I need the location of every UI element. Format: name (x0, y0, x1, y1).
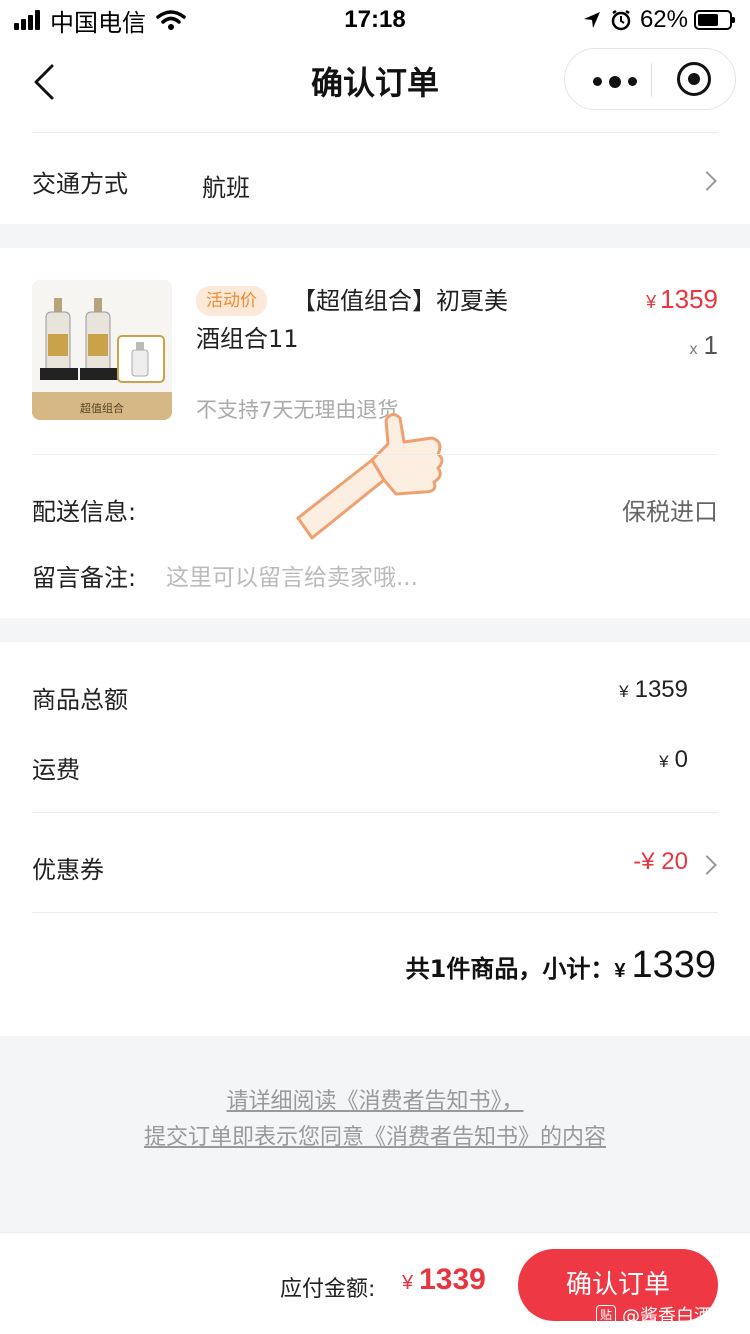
product-image-caption: 超值组合 (80, 402, 124, 415)
product-price: ¥1359 (646, 284, 718, 315)
chevron-right-icon[interactable] (697, 855, 717, 875)
location-arrow-icon (583, 12, 600, 28)
divider (32, 912, 718, 913)
alarm-icon (611, 9, 631, 31)
subtotal-label: 共1件商品，小计： (405, 955, 615, 983)
coupon-label: 优惠券 (32, 856, 104, 884)
watermark-icon: 贴 (596, 1305, 616, 1325)
subtotal-currency: ¥ (614, 960, 626, 982)
transport-label: 交通方式 (32, 170, 128, 198)
pay-amount: ¥1339 (402, 1263, 486, 1297)
goods-total-label: 商品总额 (32, 686, 128, 714)
liquor-bottles-image (32, 280, 172, 420)
activity-price-badge: 活动价 (196, 286, 267, 316)
product-image[interactable]: 超值组合 (32, 280, 172, 420)
notice-line-1[interactable]: 请详细阅读《消费者告知书》， (0, 1084, 750, 1120)
transport-card: 交通方式 航班 (0, 132, 750, 224)
shipping-label: 运费 (32, 756, 80, 784)
goods-total-amount: ¥1359 (619, 676, 688, 704)
price-currency: ¥ (646, 292, 657, 312)
delivery-label: 配送信息: (32, 498, 137, 526)
watermark: 贴 @酱香白酒 (596, 1302, 712, 1328)
subtotal-line: 共1件商品，小计： ¥ 1339 (406, 944, 716, 987)
capsule-divider (651, 63, 652, 97)
shipping-currency: ¥ (659, 752, 669, 771)
battery-percent: 62% (639, 6, 688, 33)
pay-currency: ¥ (402, 1272, 414, 1294)
status-right: 62% (582, 6, 735, 34)
subtotal-value: 1339 (631, 944, 716, 986)
goods-total-currency: ¥ (619, 682, 629, 701)
delivery-value: 保税进口 (622, 498, 718, 526)
product-quantity: x1 (690, 330, 718, 361)
more-dots-icon[interactable] (593, 76, 644, 88)
remark-label: 留言备注: (32, 564, 137, 592)
remark-input[interactable]: 这里可以留言给卖家哦... (166, 558, 418, 592)
battery-icon (694, 10, 735, 30)
goods-total-value: 1359 (634, 676, 688, 703)
pay-label: 应付金额: (280, 1277, 376, 1302)
divider (32, 454, 718, 455)
price-value: 1359 (660, 284, 718, 314)
divider (32, 812, 718, 813)
summary-card: 商品总额 ¥1359 运费 ¥0 优惠券 -¥ 20 共1件商品，小计： ¥ 1… (0, 642, 750, 1036)
shipping-amount: ¥0 (659, 746, 688, 774)
qty-value: 1 (703, 330, 718, 360)
divider (32, 132, 718, 133)
status-bar: 中国电信 17:18 62% (0, 0, 750, 40)
chevron-right-icon[interactable] (697, 171, 717, 191)
notice-line-2[interactable]: 提交订单即表示您同意《消费者告知书》的内容 (0, 1120, 750, 1156)
thumbs-up-icon (296, 413, 444, 540)
shipping-value: 0 (674, 746, 688, 773)
miniprogram-capsule (564, 48, 736, 110)
pay-value: 1339 (419, 1263, 486, 1296)
qty-prefix: x (689, 341, 698, 358)
transport-value[interactable]: 航班 (202, 168, 250, 203)
watermark-text: @酱香白酒 (622, 1306, 712, 1327)
coupon-value[interactable]: -¥ 20 (633, 848, 688, 876)
close-target-icon[interactable] (677, 62, 711, 96)
nav-bar: 确认订单 (0, 40, 750, 132)
